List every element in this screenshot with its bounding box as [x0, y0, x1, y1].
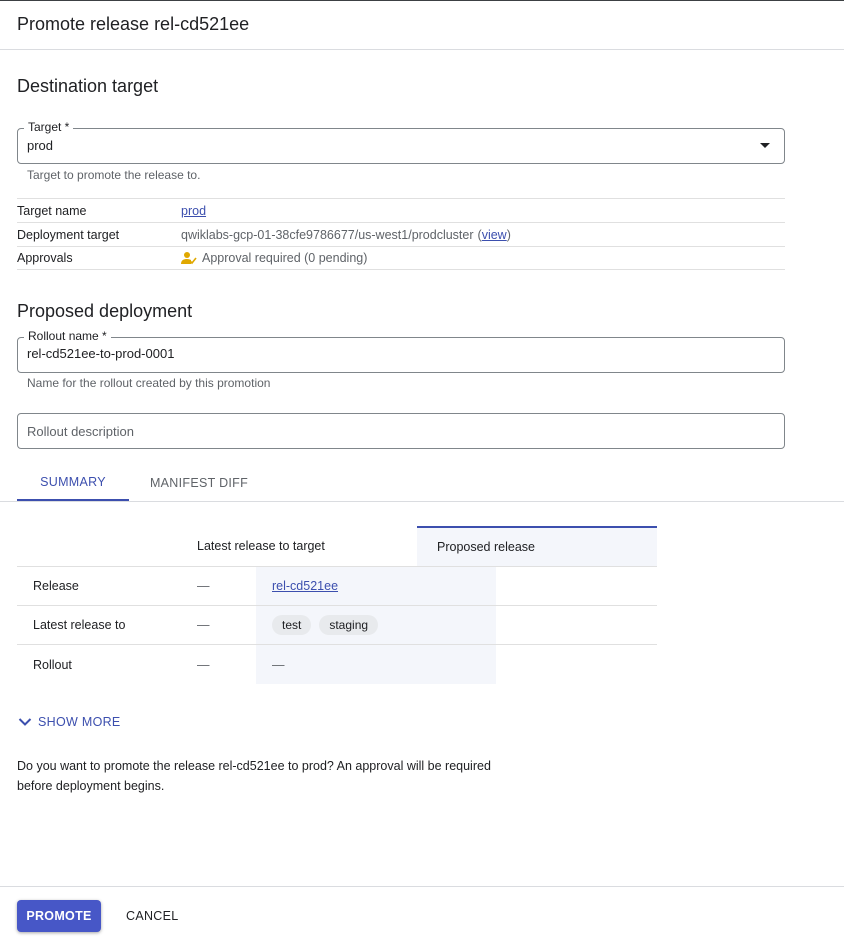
table-header-row: Latest release to target Proposed releas…	[17, 526, 657, 567]
table-row: Latest release to — test staging	[17, 606, 657, 645]
target-select-label: Target *	[24, 120, 74, 134]
chip-staging: staging	[319, 615, 379, 635]
proposed-section-title: Proposed deployment	[17, 301, 193, 321]
target-details: Target name prod Deployment target qwikl…	[17, 198, 785, 270]
rollout-name-hint: Name for the rollout created by this pro…	[27, 376, 271, 390]
deployment-target-value: qwiklabs-gcp-01-38cfe9786677/us-west1/pr…	[181, 227, 474, 242]
target-name-row: Target name prod	[17, 198, 785, 222]
rollout-description-field[interactable]: Rollout description	[17, 413, 785, 449]
approval-user-icon	[181, 251, 197, 265]
latest-release-to-latest-value: —	[197, 618, 210, 632]
target-select-value: prod	[27, 138, 54, 153]
destination-section-title: Destination target	[17, 76, 159, 96]
show-more-label: SHOW MORE	[38, 715, 121, 729]
table-header-empty	[17, 526, 181, 566]
chevron-down-icon	[18, 718, 32, 726]
confirmation-message: Do you want to promote the release rel-c…	[17, 759, 491, 793]
tab-bar: SUMMARY MANIFEST DIFF	[0, 464, 844, 502]
release-latest-value: —	[197, 579, 210, 593]
rollout-name-value: rel-cd521ee-to-prod-0001	[27, 346, 175, 361]
rollout-latest-value: —	[197, 657, 210, 672]
dialog-header: Promote release rel-cd521ee	[0, 1, 844, 50]
deployment-target-key: Deployment target	[17, 227, 120, 242]
table-row: Rollout — —	[17, 645, 657, 684]
approvals-row: Approvals Approval required (0 pending)	[17, 246, 785, 270]
target-name-key: Target name	[17, 203, 87, 218]
view-paren-close: )	[506, 227, 511, 242]
tab-manifest-diff[interactable]: MANIFEST DIFF	[137, 464, 261, 501]
target-select[interactable]: Target * prod	[17, 120, 785, 164]
view-link[interactable]: view	[482, 228, 507, 242]
approvals-value: Approval required (0 pending)	[202, 251, 368, 265]
rollout-name-label: Rollout name *	[24, 329, 111, 343]
table-header-proposed: Proposed release	[417, 526, 657, 566]
target-name-link[interactable]: prod	[181, 204, 206, 218]
table-header-latest: Latest release to target	[197, 539, 325, 553]
rollout-description-placeholder: Rollout description	[27, 424, 134, 439]
show-more-button[interactable]: SHOW MORE	[17, 714, 121, 730]
dialog-footer: PROMOTE CANCEL	[0, 886, 844, 939]
chip-test: test	[272, 615, 312, 635]
promote-button[interactable]: PROMOTE	[17, 900, 101, 932]
table-row: Release — rel-cd521ee	[17, 567, 657, 606]
rollout-proposed-value: —	[256, 645, 496, 684]
dialog-title: Promote release rel-cd521ee	[17, 14, 250, 34]
approvals-key: Approvals	[17, 251, 73, 265]
tab-summary[interactable]: SUMMARY	[17, 464, 129, 501]
target-hint: Target to promote the release to.	[27, 168, 201, 182]
rollout-name-field[interactable]: Rollout name * rel-cd521ee-to-prod-0001	[17, 329, 785, 373]
dropdown-arrow-icon[interactable]	[760, 143, 770, 148]
cancel-button[interactable]: CANCEL	[114, 900, 191, 932]
proposed-release-link[interactable]: rel-cd521ee	[272, 579, 338, 593]
deployment-target-row: Deployment target qwiklabs-gcp-01-38cfe9…	[17, 222, 785, 246]
summary-table: Latest release to target Proposed releas…	[17, 526, 657, 684]
